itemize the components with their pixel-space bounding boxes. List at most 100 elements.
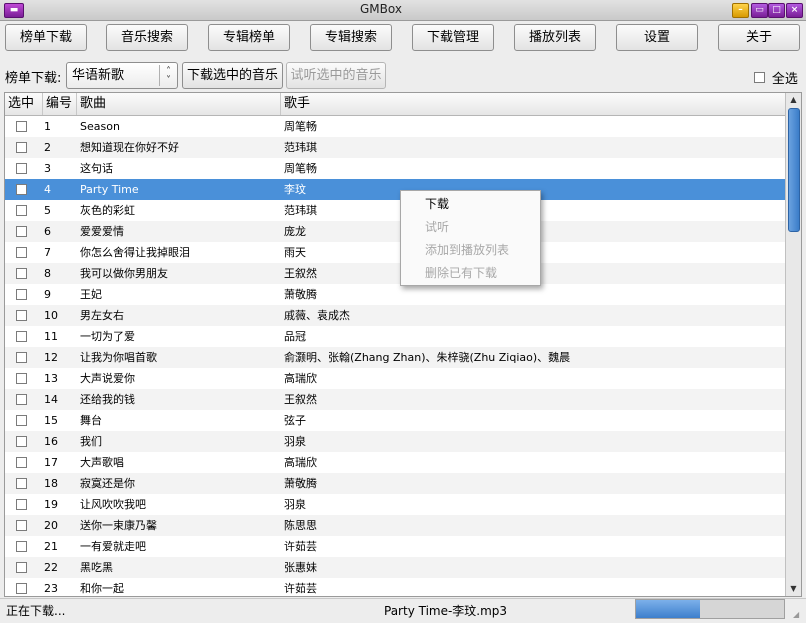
table-row[interactable]: 14 还给我的钱 王叙然: [5, 389, 787, 410]
table-row[interactable]: 18 寂寞还是你 萧敬腾: [5, 473, 787, 494]
row-checkbox[interactable]: [16, 121, 27, 132]
nav-music-search-button[interactable]: 音乐搜索: [106, 24, 188, 51]
select-all-checkbox[interactable]: 全选: [754, 68, 798, 87]
select-arrows-icon[interactable]: ˄ ˅: [159, 65, 177, 86]
window-menu-icon[interactable]: ▬: [4, 3, 24, 18]
menu-item-download[interactable]: 下载: [425, 193, 449, 215]
row-checkbox[interactable]: [16, 163, 27, 174]
table-row[interactable]: 8 我可以做你男朋友 王叙然: [5, 263, 787, 284]
preview-selected-button[interactable]: 试听选中的音乐: [286, 62, 386, 89]
row-select-cell[interactable]: [16, 305, 27, 326]
row-select-cell[interactable]: [16, 263, 27, 284]
table-row[interactable]: 10 男左女右 戚薇、袁成杰: [5, 305, 787, 326]
row-select-cell[interactable]: [16, 326, 27, 347]
column-header-select[interactable]: 选中: [5, 93, 43, 115]
row-checkbox[interactable]: [16, 541, 27, 552]
title-bar[interactable]: ▬ GMBox – ▭ □ ×: [0, 0, 806, 21]
row-checkbox[interactable]: [16, 436, 27, 447]
row-select-cell[interactable]: [16, 452, 27, 473]
song-table[interactable]: 选中 编号 歌曲 歌手 1 Season 周笔畅 2 想知道现在你好不好 范玮琪 3 这句话周…: [4, 92, 802, 597]
table-row[interactable]: 23 和你一起 许茹芸: [5, 578, 787, 596]
row-checkbox[interactable]: [16, 352, 27, 363]
table-row[interactable]: 2 想知道现在你好不好 范玮琪: [5, 137, 787, 158]
row-select-cell[interactable]: [16, 473, 27, 494]
row-select-cell[interactable]: [16, 221, 27, 242]
maximize-icon[interactable]: □: [768, 3, 785, 18]
row-checkbox[interactable]: [16, 562, 27, 573]
row-select-cell[interactable]: [16, 410, 27, 431]
row-select-cell[interactable]: [16, 368, 27, 389]
table-row[interactable]: 11 一切为了爱 品冠: [5, 326, 787, 347]
row-select-cell[interactable]: [16, 536, 27, 557]
table-row[interactable]: 15 舞台 弦子: [5, 410, 787, 431]
menu-item-preview[interactable]: 试听: [425, 216, 449, 238]
row-checkbox[interactable]: [16, 310, 27, 321]
row-checkbox[interactable]: [16, 268, 27, 279]
resize-grip-icon[interactable]: ◢: [793, 610, 803, 620]
column-header-number[interactable]: 编号: [43, 93, 77, 115]
row-select-cell[interactable]: [16, 557, 27, 578]
table-row[interactable]: 17 大声歌唱 高瑞欣: [5, 452, 787, 473]
row-checkbox[interactable]: [16, 247, 27, 258]
shade-icon[interactable]: ▭: [751, 3, 768, 18]
vertical-scrollbar[interactable]: ▲ ▼: [785, 93, 801, 596]
row-select-cell[interactable]: [16, 158, 27, 179]
row-checkbox[interactable]: [16, 394, 27, 405]
row-checkbox[interactable]: [16, 331, 27, 342]
row-select-cell[interactable]: [16, 578, 27, 596]
nav-settings-button[interactable]: 设置: [616, 24, 698, 51]
row-checkbox[interactable]: [16, 226, 27, 237]
chart-select[interactable]: 华语新歌 ˄ ˅: [66, 62, 178, 89]
table-row[interactable]: 13 大声说爱你 高瑞欣: [5, 368, 787, 389]
row-select-cell[interactable]: [16, 347, 27, 368]
row-select-cell[interactable]: [16, 137, 27, 158]
table-row[interactable]: 3 这句话 周笔畅: [5, 158, 787, 179]
nav-album-search-button[interactable]: 专辑搜索: [310, 24, 392, 51]
scroll-thumb[interactable]: [788, 108, 800, 232]
table-row[interactable]: 5 灰色的彩虹 范玮琪: [5, 200, 787, 221]
table-row[interactable]: 1 Season 周笔畅: [5, 116, 787, 137]
table-row[interactable]: 7 你怎么舍得让我掉眼泪 雨天: [5, 242, 787, 263]
select-all-box[interactable]: [754, 72, 765, 83]
table-row[interactable]: 12 让我为你唱首歌 俞灏明、张翰(Zhang Zhan)、朱梓骁(Zhu Ziqi…: [5, 347, 787, 368]
minimize-icon[interactable]: –: [732, 3, 749, 18]
table-row[interactable]: 20 送你一束康乃馨 陈思思: [5, 515, 787, 536]
column-header-song[interactable]: 歌曲: [77, 93, 281, 115]
table-row[interactable]: 6 爱爱爱情 庞龙: [5, 221, 787, 242]
table-row[interactable]: 19 让风吹吹我吧 羽泉: [5, 494, 787, 515]
row-checkbox[interactable]: [16, 583, 27, 594]
table-row[interactable]: 22 黑吃黑 张惠妹: [5, 557, 787, 578]
row-checkbox[interactable]: [16, 520, 27, 531]
row-select-cell[interactable]: [16, 200, 27, 221]
nav-chart-download-button[interactable]: 榜单下载: [5, 24, 87, 51]
row-checkbox[interactable]: [16, 289, 27, 300]
row-checkbox[interactable]: [16, 415, 27, 426]
row-select-cell[interactable]: [16, 116, 27, 137]
menu-item-add-to-playlist[interactable]: 添加到播放列表: [425, 239, 509, 261]
row-select-cell[interactable]: [16, 242, 27, 263]
column-header-artist[interactable]: 歌手: [281, 93, 787, 115]
download-selected-button[interactable]: 下载选中的音乐: [182, 62, 283, 89]
nav-playlist-button[interactable]: 播放列表: [514, 24, 596, 51]
row-select-cell[interactable]: [16, 179, 27, 200]
row-checkbox[interactable]: [16, 373, 27, 384]
row-checkbox[interactable]: [16, 499, 27, 510]
row-select-cell[interactable]: [16, 515, 27, 536]
table-row[interactable]: 9 王妃 萧敬腾: [5, 284, 787, 305]
table-row[interactable]: 4 Party Time 李玟: [5, 179, 787, 200]
close-icon[interactable]: ×: [786, 3, 803, 18]
table-row[interactable]: 16 我们 羽泉: [5, 431, 787, 452]
row-checkbox[interactable]: [16, 457, 27, 468]
table-row[interactable]: 21 一有爱就走吧 许茹芸: [5, 536, 787, 557]
row-select-cell[interactable]: [16, 284, 27, 305]
row-select-cell[interactable]: [16, 431, 27, 452]
row-checkbox[interactable]: [16, 478, 27, 489]
nav-album-chart-button[interactable]: 专辑榜单: [208, 24, 290, 51]
row-checkbox[interactable]: [16, 205, 27, 216]
nav-about-button[interactable]: 关于: [718, 24, 800, 51]
row-checkbox[interactable]: [16, 142, 27, 153]
nav-download-manager-button[interactable]: 下载管理: [412, 24, 494, 51]
menu-item-delete-downloaded[interactable]: 删除已有下载: [425, 262, 497, 284]
row-select-cell[interactable]: [16, 389, 27, 410]
scroll-down-icon[interactable]: ▼: [786, 582, 801, 596]
